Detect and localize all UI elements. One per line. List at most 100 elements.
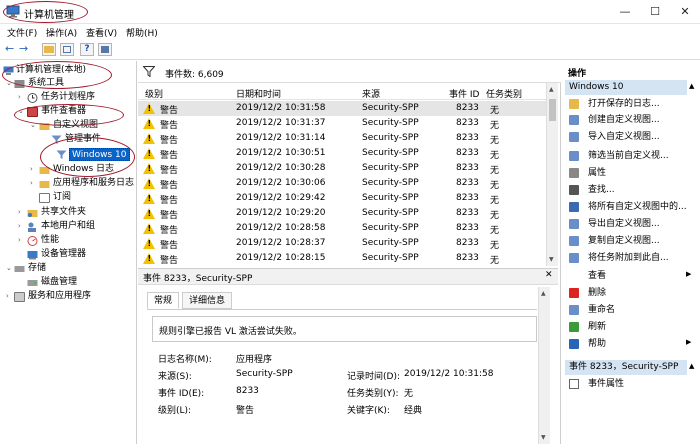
properties-icon — [569, 379, 579, 389]
level-label: 级别(L): — [158, 406, 192, 416]
cell-task-category: 无 — [490, 211, 500, 221]
import-icon — [569, 132, 579, 142]
users-icon — [28, 222, 36, 232]
minimize-button[interactable]: — — [610, 0, 640, 24]
event-list-scrollbar[interactable]: ▲ ▼ — [546, 83, 558, 266]
table-row[interactable]: 警告 2019/12/2 10:28:37 Security-SPP 8233 无 — [138, 236, 546, 251]
close-detail-icon[interactable]: ✕ — [545, 270, 553, 280]
actions-section-windows10[interactable]: Windows 10 — [565, 80, 687, 95]
tree-disk-management[interactable]: 磁盘管理 — [41, 276, 77, 289]
tree-local-users[interactable]: 本地用户和组 — [41, 220, 95, 233]
back-arrow-icon[interactable]: ← — [5, 42, 14, 55]
expand-icon[interactable]: › — [30, 177, 33, 190]
annotation-oval-root — [2, 61, 112, 89]
column-event-id[interactable]: 事件 ID — [449, 87, 479, 100]
cell-level: 警告 — [160, 211, 179, 221]
table-row[interactable]: 警告 2019/12/2 10:29:42 Security-SPP 8233 无 — [138, 191, 546, 206]
expand-icon[interactable]: › — [30, 163, 33, 176]
cell-source: Security-SPP — [362, 148, 419, 158]
menu-file[interactable]: 文件(F) — [7, 26, 37, 39]
help-icon[interactable]: ? — [80, 43, 94, 56]
close-button[interactable]: ✕ — [670, 0, 700, 24]
tree-task-scheduler[interactable]: 任务计划程序 — [41, 91, 95, 104]
action-item[interactable]: 查找... — [588, 183, 615, 197]
cell-datetime: 2019/12/2 10:30:06 — [236, 178, 326, 188]
expand-icon[interactable]: › — [18, 234, 21, 247]
collapse-section-icon[interactable]: ▲ — [689, 362, 694, 370]
cell-level: 警告 — [160, 151, 179, 161]
tab-general[interactable]: 常规 — [147, 292, 180, 309]
cell-task-category: 无 — [490, 256, 500, 266]
column-source[interactable]: 来源 — [362, 87, 380, 100]
detail-scrollbar[interactable]: ▲ ▼ — [538, 287, 550, 444]
collapse-section-icon[interactable]: ▲ — [689, 82, 694, 90]
table-row[interactable]: 警告 2019/12/2 10:30:06 Security-SPP 8233 无 — [138, 176, 546, 191]
collapse-icon[interactable]: ⌄ — [6, 262, 12, 275]
cell-task-category: 无 — [490, 181, 500, 191]
maximize-button[interactable]: ☐ — [640, 0, 670, 24]
log-name-label: 日志名称(M): — [158, 355, 212, 365]
warning-icon — [143, 118, 155, 129]
cell-source: Security-SPP — [362, 253, 419, 263]
action-item[interactable]: 重命名 — [588, 303, 615, 317]
table-row[interactable]: 警告 2019/12/2 10:29:20 Security-SPP 8233 无 — [138, 206, 546, 221]
table-row[interactable]: 警告 2019/12/2 10:30:51 Security-SPP 8233 无 — [138, 146, 546, 161]
menu-action[interactable]: 操作(A) — [46, 26, 77, 39]
menu-help[interactable]: 帮助(H) — [126, 26, 158, 39]
tree-subscriptions[interactable]: 订阅 — [53, 191, 71, 204]
action-item[interactable]: 复制自定义视图... — [588, 234, 660, 248]
expand-icon[interactable]: › — [6, 290, 9, 303]
expand-icon[interactable]: › — [18, 91, 21, 104]
expand-icon[interactable]: › — [18, 220, 21, 233]
action-item[interactable]: 删除 — [588, 286, 606, 300]
warning-icon — [143, 253, 155, 264]
action-item[interactable]: 创建自定义视图... — [588, 113, 660, 127]
expand-icon[interactable]: › — [18, 206, 21, 219]
tab-details[interactable]: 详细信息 — [182, 292, 233, 309]
table-row[interactable]: 警告 2019/12/2 10:31:58 Security-SPP 8233 无 — [138, 101, 546, 116]
table-row[interactable]: 警告 2019/12/2 10:31:37 Security-SPP 8233 无 — [138, 116, 546, 131]
cell-event-id: 8233 — [456, 103, 479, 113]
action-item[interactable]: 属性 — [588, 166, 606, 180]
menu-view[interactable]: 查看(V) — [86, 26, 117, 39]
tree-app-service-logs[interactable]: 应用程序和服务日志 — [53, 177, 134, 190]
tree-shared-folders[interactable]: 共享文件夹 — [41, 206, 86, 219]
action-pane-icon[interactable] — [98, 43, 112, 56]
cell-event-id: 8233 — [456, 253, 479, 263]
action-item[interactable]: 打开保存的日志... — [588, 97, 660, 111]
cell-event-id: 8233 — [456, 133, 479, 143]
action-item[interactable]: 帮助 — [588, 337, 606, 351]
tree-performance[interactable]: 性能 — [41, 234, 59, 247]
action-item[interactable]: 将所有自定义视图中的... — [588, 200, 687, 214]
action-item[interactable]: 导入自定义视图... — [588, 130, 660, 144]
cell-level: 警告 — [160, 136, 179, 146]
table-row[interactable]: 警告 2019/12/2 10:31:14 Security-SPP 8233 无 — [138, 131, 546, 146]
action-item[interactable]: 刷新 — [588, 320, 606, 334]
action-item[interactable]: 导出自定义视图... — [588, 217, 660, 231]
column-task-category[interactable]: 任务类别 — [486, 87, 522, 100]
open-icon — [569, 99, 579, 109]
action-item[interactable]: 将任务附加到此自... — [588, 251, 669, 265]
find-icon — [569, 185, 579, 195]
tree-device-manager[interactable]: 设备管理器 — [41, 248, 86, 261]
filter-icon — [143, 66, 155, 77]
disk-icon — [27, 280, 38, 286]
action-item[interactable]: 查看 — [588, 269, 606, 283]
services-icon — [14, 292, 25, 302]
logged-value: 2019/12/2 10:31:58 — [404, 369, 494, 379]
show-hide-tree-icon[interactable] — [60, 43, 74, 56]
table-row[interactable]: 警告 2019/12/2 10:28:15 Security-SPP 8233 无 — [138, 251, 546, 266]
column-level[interactable]: 级别 — [145, 87, 163, 100]
action-item[interactable]: 筛选当前自定义视... — [588, 149, 669, 163]
actions-section-event[interactable]: 事件 8233，Security-SPP — [565, 360, 687, 375]
table-row[interactable]: 警告 2019/12/2 10:28:58 Security-SPP 8233 无 — [138, 221, 546, 236]
tree-services-apps[interactable]: 服务和应用程序 — [28, 290, 91, 303]
warning-icon — [143, 238, 155, 249]
tree-storage[interactable]: 存储 — [28, 262, 46, 275]
up-folder-icon[interactable] — [42, 43, 56, 56]
column-datetime[interactable]: 日期和时间 — [236, 87, 281, 100]
action-event-properties[interactable]: 事件属性 — [588, 377, 624, 391]
forward-arrow-icon[interactable]: → — [19, 42, 28, 55]
cell-task-category: 无 — [490, 121, 500, 131]
table-row[interactable]: 警告 2019/12/2 10:30:28 Security-SPP 8233 无 — [138, 161, 546, 176]
